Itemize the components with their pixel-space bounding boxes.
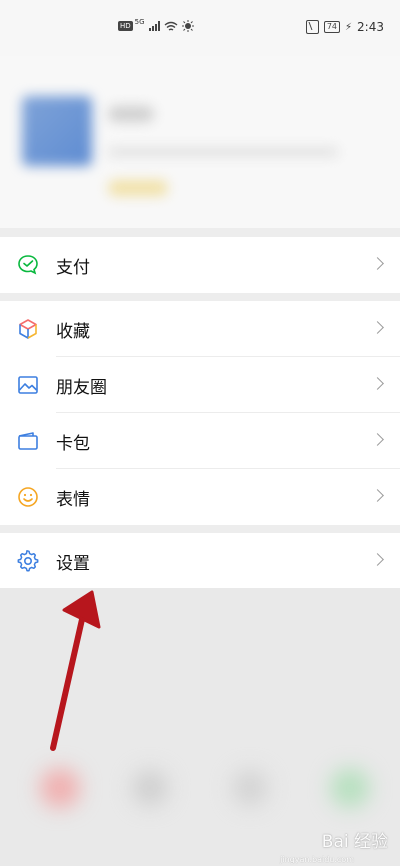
watermark-url: jingyan.baidu.com [280,855,354,864]
annotation-arrow [50,590,101,751]
watermark-logo: Bai 经验 [321,832,388,852]
